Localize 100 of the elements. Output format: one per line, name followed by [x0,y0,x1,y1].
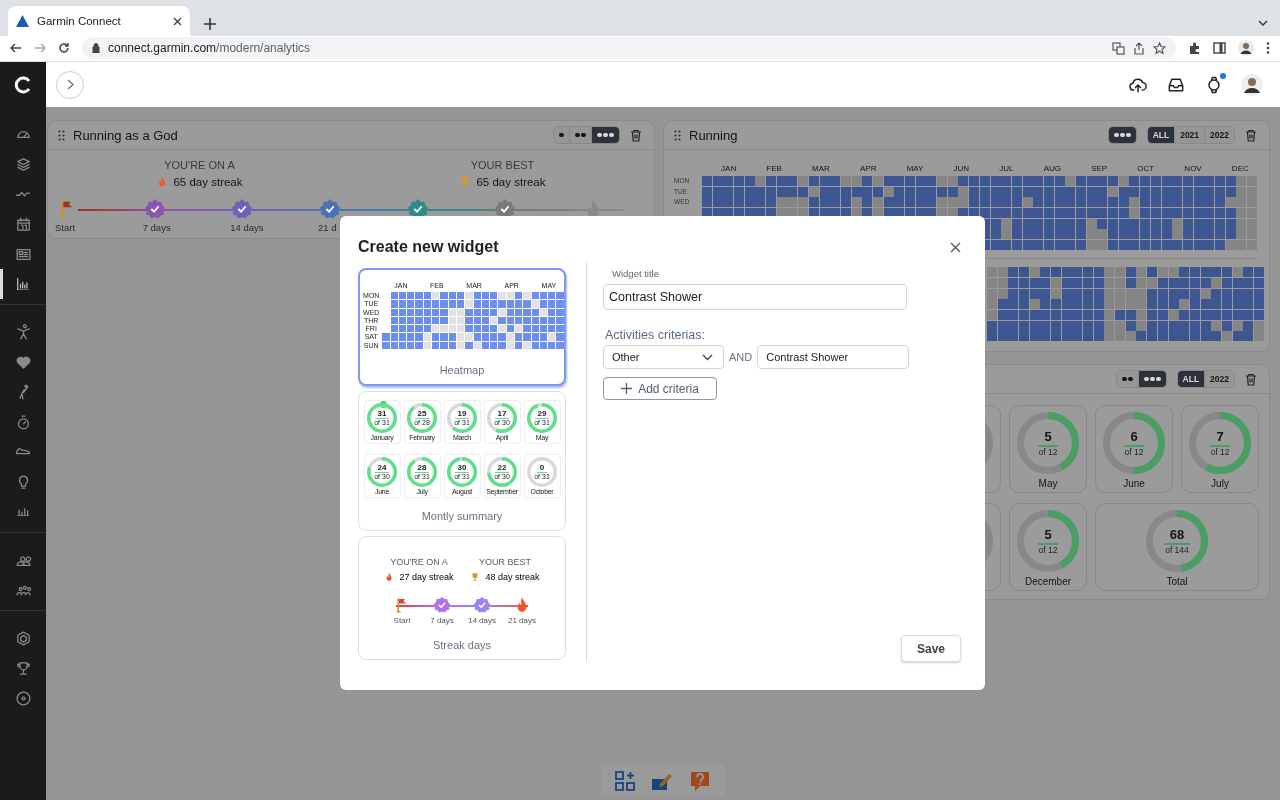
close-icon [950,241,961,253]
count-total: of 12 [1124,447,1144,458]
bar-chart-icon [16,507,30,517]
back-icon[interactable] [10,42,22,54]
layout-toggle[interactable] [591,127,619,143]
drag-handle-icon[interactable] [58,129,65,141]
and-label: AND [729,351,753,363]
count-value: 5 [1038,429,1058,448]
address-bar[interactable]: connect.garmin.com/modern/analytics [82,37,1176,59]
month-label: OCT [1137,164,1155,175]
progress-ring [367,403,397,433]
reload-icon[interactable] [58,42,70,54]
trash-icon[interactable] [1245,128,1257,142]
count-value: 30 [454,464,470,473]
milestone-label: Start [393,616,411,627]
field-label: Widget title [612,268,660,279]
layout-toggle[interactable] [1116,371,1138,388]
month-label: JUN [953,164,970,175]
star-icon[interactable] [1153,41,1166,55]
month-label: AUG [1043,164,1061,175]
avatar-icon [1241,73,1263,96]
month-label: SEP [1091,164,1108,175]
best-streak: 65 day streak [476,176,546,188]
browser-tab[interactable]: Garmin Connect [8,6,190,36]
count-value: 17 [494,410,510,419]
month-label: MAY [906,164,924,175]
chevron-down-icon [702,353,713,361]
layout-toggle[interactable] [569,127,591,143]
year-filter[interactable]: 2022 [1204,371,1234,388]
year-filter[interactable]: ALL [1177,371,1205,388]
share-icon[interactable] [1133,41,1145,55]
save-button[interactable]: Save [901,635,961,662]
progress-ring [1017,510,1079,573]
triangle-logo-icon [16,15,29,27]
lock-icon [92,43,100,53]
trophy-icon [14,659,32,677]
new-tab-icon[interactable] [204,18,216,30]
toolbar-button[interactable] [615,770,635,791]
drag-handle-icon[interactable] [674,129,681,141]
translate-icon[interactable] [1112,41,1125,55]
count-value: 22 [494,464,510,473]
trash-icon[interactable] [1245,372,1257,386]
logo-icon[interactable] [14,75,32,94]
count-value: 29 [534,410,550,419]
layout-toggle[interactable] [1108,127,1136,143]
puzzle-icon[interactable] [1188,41,1201,55]
close-button[interactable] [950,241,961,253]
current-streak: 27 day streak [399,572,454,582]
year-filter[interactable]: 2022 [1204,127,1234,143]
best-streak: 48 day streak [485,572,540,582]
widget-title-field[interactable]: Contrast Shower [603,284,907,310]
close-icon[interactable] [173,16,182,26]
milestone-label: 7 days [430,616,454,627]
criteria-field[interactable]: Contrast Shower [757,345,910,369]
month-name: July [1211,478,1229,490]
month-name: June [1123,478,1145,490]
more-icon[interactable] [1266,42,1270,54]
month-label: DEC [1231,164,1249,175]
criteria-label: Activities criterias: [605,328,707,342]
help-bubble-icon [689,769,711,792]
year-filter[interactable]: 2021 [1174,127,1205,143]
bar-chart-icon [16,277,30,291]
count-value: 28 [414,464,430,473]
layout-toggle[interactable] [554,127,569,143]
person-icon [14,323,32,341]
progress-ring [1103,412,1165,475]
count-value: 6 [1124,429,1144,448]
month-name: May [1038,478,1058,490]
trash-icon[interactable] [630,128,642,142]
trophy-icon [470,572,481,582]
count-value: 19 [454,410,470,419]
layout-toggle[interactable] [1137,371,1166,388]
target-icon [14,689,32,707]
widget-title: Running [689,127,738,143]
pulse-icon [15,190,31,198]
layers-icon [14,155,32,173]
widget-template-option[interactable]: YOU'RE ON A 27 day streak YOUR BEST 48 day streak Start 7 days 14 days 21 days Streak days [358,536,566,660]
activity-type-dropdown[interactable]: Other [603,345,724,369]
progress-ring [367,457,397,487]
progress-ring [407,457,437,487]
count-value: 31 [374,410,390,419]
plus-icon [621,383,633,394]
progress-ring [407,403,437,433]
milestone-label: 14 days [468,616,496,627]
avatar[interactable] [1238,40,1254,56]
year-filter[interactable]: ALL [1147,127,1175,143]
streak-label: YOUR BEST [470,159,535,171]
add-criteria-button[interactable]: Add criteria [603,377,717,400]
shoe-icon [15,448,31,456]
month-label: NOV [1184,164,1202,175]
milestone-label: 21 d [317,222,337,234]
header-action-button[interactable] [1240,72,1264,97]
chevron-down-icon[interactable] [1258,20,1268,26]
count-total: of 12 [1038,545,1058,556]
month-label: FEB [766,164,782,175]
current-streak: 65 day streak [173,176,243,188]
streak-label: YOUR BEST [479,557,531,567]
progress-ring [527,403,557,433]
month-name: Total [1166,576,1188,588]
sidebar-icon[interactable] [1213,42,1226,54]
